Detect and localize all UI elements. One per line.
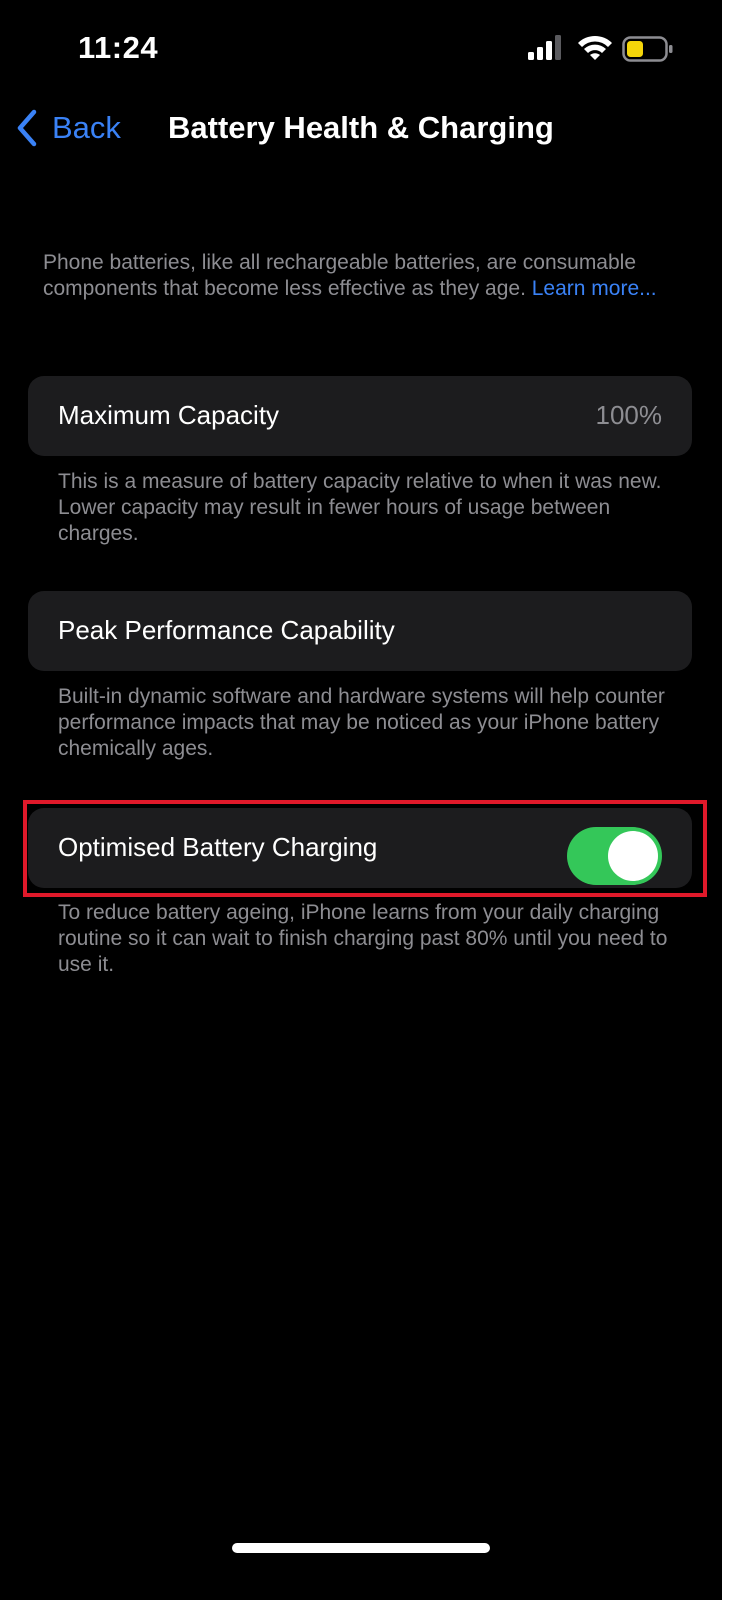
battery-health-screen: 11:24 Back Battery Health & Charging Pho… (0, 0, 722, 1600)
optimised-charging-footnote: To reduce battery ageing, iPhone learns … (58, 901, 668, 976)
toggle-knob (608, 831, 658, 881)
learn-more-link[interactable]: Learn more... (532, 277, 657, 300)
page-title: Battery Health & Charging (168, 110, 554, 145)
home-indicator[interactable] (232, 1543, 490, 1553)
peak-performance-row: Peak Performance Capability (28, 591, 692, 671)
chevron-left-icon (17, 109, 37, 147)
maximum-capacity-label: Maximum Capacity (58, 400, 280, 430)
optimised-charging-row: Optimised Battery Charging (28, 808, 692, 888)
optimised-charging-toggle[interactable] (567, 827, 662, 885)
peak-performance-footnote: Built-in dynamic software and hardware s… (58, 685, 665, 760)
wifi-icon (578, 35, 612, 60)
intro-text: Phone batteries, like all rechargeable b… (43, 250, 703, 302)
back-button[interactable]: Back (14, 108, 121, 148)
maximum-capacity-value: 100% (595, 400, 663, 430)
maximum-capacity-row: Maximum Capacity 100% (28, 376, 692, 456)
peak-performance-label: Peak Performance Capability (58, 615, 395, 645)
back-label: Back (52, 110, 121, 145)
status-time: 11:24 (78, 30, 159, 65)
signal-icon (528, 35, 561, 60)
maximum-capacity-footnote: This is a measure of battery capacity re… (58, 470, 662, 545)
optimised-charging-label: Optimised Battery Charging (58, 832, 378, 862)
battery-icon (622, 36, 673, 62)
